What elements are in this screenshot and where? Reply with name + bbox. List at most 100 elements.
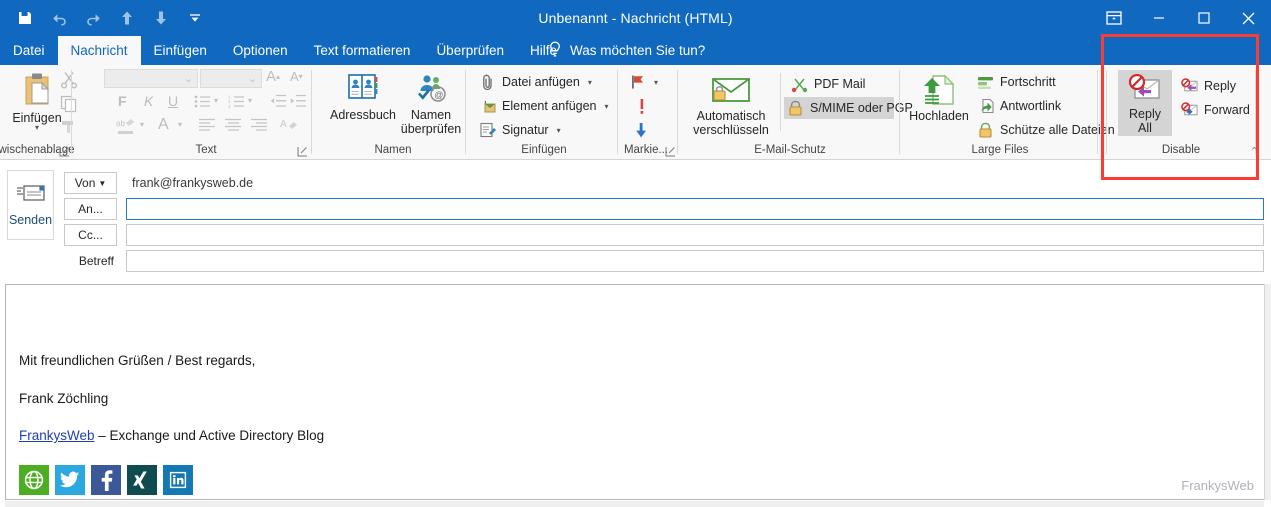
collapse-ribbon-button[interactable]: ⌃ — [1250, 145, 1259, 158]
include-group-label: Einfügen — [521, 144, 567, 156]
xing-icon[interactable] — [127, 465, 157, 495]
font-color-chevron-icon[interactable]: ▾ — [178, 120, 182, 129]
follow-up-button[interactable]: ▾ — [626, 71, 661, 93]
linkedin-icon[interactable] — [163, 465, 193, 495]
tab-nachricht[interactable]: Nachricht — [57, 36, 141, 65]
subject-label: Betreff — [78, 254, 114, 268]
decrease-indent-icon[interactable] — [270, 94, 286, 108]
font-size-combo[interactable]: ⌄ — [200, 69, 262, 88]
auto-encrypt-button[interactable]: Automatisch verschlüsseln — [686, 71, 776, 137]
website-icon[interactable] — [19, 465, 49, 495]
undo-icon[interactable] — [48, 7, 70, 29]
numbering-icon[interactable]: 123 — [228, 94, 245, 109]
upload-button[interactable]: Hochladen — [906, 71, 972, 123]
chevron-down-icon[interactable]: ▾ — [654, 78, 658, 87]
next-item-icon[interactable] — [150, 7, 172, 29]
align-right-icon[interactable] — [250, 118, 268, 132]
grow-font-icon[interactable]: A ▴ — [266, 68, 280, 85]
attach-file-button[interactable]: Datei anfügen ▾ — [476, 71, 595, 93]
group-separator — [1097, 70, 1098, 154]
down-arrow-icon — [633, 122, 650, 139]
tab-optionen[interactable]: Optionen — [220, 36, 301, 65]
font-color-icon[interactable]: A — [158, 116, 169, 134]
text-dialog-launcher[interactable] — [297, 145, 309, 157]
previous-item-icon[interactable] — [116, 7, 138, 29]
chevron-down-icon[interactable]: ▾ — [35, 124, 39, 132]
frankysweb-link[interactable]: FrankysWeb — [19, 428, 95, 443]
cc-input[interactable] — [126, 224, 1264, 246]
clear-formatting-icon[interactable]: A — [280, 116, 298, 134]
close-button[interactable] — [1226, 0, 1271, 36]
paste-button[interactable]: Einfügen ▾ — [8, 69, 66, 132]
tags-dialog-launcher[interactable] — [665, 145, 677, 157]
underline-button[interactable]: U — [168, 93, 178, 109]
tell-me-search[interactable]: Was möchten Sie tun? — [548, 36, 705, 65]
auto-encrypt-label-2: verschlüsseln — [693, 123, 769, 137]
facebook-icon[interactable] — [91, 465, 121, 495]
reply-link-button[interactable]: Antwortlink — [974, 95, 1064, 117]
italic-button[interactable]: K — [144, 93, 153, 109]
align-center-icon[interactable] — [224, 118, 242, 132]
minimize-button[interactable] — [1136, 0, 1181, 36]
to-button[interactable]: An... — [64, 198, 117, 220]
ribbon-display-options-icon[interactable] — [1091, 0, 1136, 36]
window-controls — [1091, 0, 1271, 36]
signature-button[interactable]: Signatur ▾ — [476, 119, 564, 141]
body-vertical-scrollbar[interactable] — [1264, 284, 1271, 500]
tab-datei[interactable]: Datei — [0, 36, 58, 65]
svg-text:3: 3 — [228, 104, 231, 109]
ribbon-group-names: Adressbuch @ Namen überprüfen Namen — [320, 65, 466, 160]
message-body[interactable]: Mit freundlichen Grüßen / Best regards, … — [5, 284, 1264, 500]
format-painter-icon[interactable] — [60, 118, 78, 136]
cc-button[interactable]: Cc... — [64, 224, 117, 246]
low-importance-button[interactable] — [630, 119, 653, 141]
high-importance-button[interactable] — [630, 95, 653, 117]
bold-button[interactable]: F — [118, 93, 127, 109]
subject-input[interactable] — [126, 250, 1264, 272]
maximize-button[interactable] — [1181, 0, 1226, 36]
shrink-font-icon[interactable]: A ▾ — [290, 69, 303, 84]
clipboard-dialog-launcher[interactable] — [59, 145, 71, 157]
numbering-chevron-icon[interactable]: ▾ — [248, 96, 252, 105]
bullets-chevron-icon[interactable]: ▾ — [214, 96, 218, 105]
copy-icon[interactable] — [60, 95, 78, 113]
signature-name: Frank Zöchling — [19, 391, 109, 406]
increase-indent-icon[interactable] — [290, 94, 306, 108]
tab-ueberpruefen[interactable]: Überprüfen — [423, 36, 517, 65]
from-button[interactable]: Von ▼ — [64, 172, 117, 194]
pdf-mail-button[interactable]: PDF Mail — [788, 73, 868, 95]
chevron-down-icon[interactable]: ▾ — [557, 126, 561, 135]
group-inner-separator — [780, 73, 781, 131]
highlight-color-icon[interactable]: ab — [116, 117, 136, 136]
save-icon[interactable] — [14, 7, 36, 29]
tab-einfuegen[interactable]: Einfügen — [141, 36, 220, 65]
attach-item-button[interactable]: Element anfügen ▾ — [476, 95, 612, 117]
font-name-combo[interactable]: ⌄ — [104, 69, 198, 88]
to-input[interactable] — [126, 198, 1264, 220]
highlight-chevron-icon[interactable]: ▾ — [140, 120, 144, 129]
redo-icon[interactable] — [82, 7, 104, 29]
chevron-down-icon[interactable]: ▾ — [588, 78, 592, 87]
twitter-icon[interactable] — [55, 465, 85, 495]
bullets-icon[interactable] — [194, 94, 211, 109]
smime-or-pgp-button[interactable]: S/MIME oder PGP — [784, 97, 913, 119]
lightbulb-icon — [548, 41, 562, 61]
customize-quick-access-icon[interactable] — [184, 7, 206, 29]
reply-button[interactable]: Reply — [1178, 75, 1239, 97]
from-label: Von — [74, 176, 96, 190]
progress-button[interactable]: Fortschritt — [974, 71, 1059, 93]
ribbon-group-clipboard: Einfügen ▾ Zwischenablage — [0, 65, 78, 160]
reply-all-button[interactable]: Reply All — [1118, 70, 1172, 136]
body-horizontal-scrollbar[interactable] — [5, 501, 1264, 507]
cc-label: Cc... — [78, 228, 103, 242]
attach-item-label: Element anfügen — [502, 99, 597, 113]
align-left-icon[interactable] — [198, 118, 216, 132]
check-names-button[interactable]: @ Namen überprüfen — [401, 70, 461, 136]
send-button[interactable]: Senden — [7, 170, 54, 240]
tab-text-formatieren[interactable]: Text formatieren — [301, 36, 424, 65]
forward-button[interactable]: Forward — [1178, 99, 1253, 121]
chevron-down-icon[interactable]: ▾ — [605, 102, 609, 111]
address-book-button[interactable]: Adressbuch — [328, 70, 398, 122]
cut-icon[interactable] — [60, 71, 78, 89]
ribbon-group-include: Datei anfügen ▾ Element anfügen ▾ Signat… — [470, 65, 618, 160]
